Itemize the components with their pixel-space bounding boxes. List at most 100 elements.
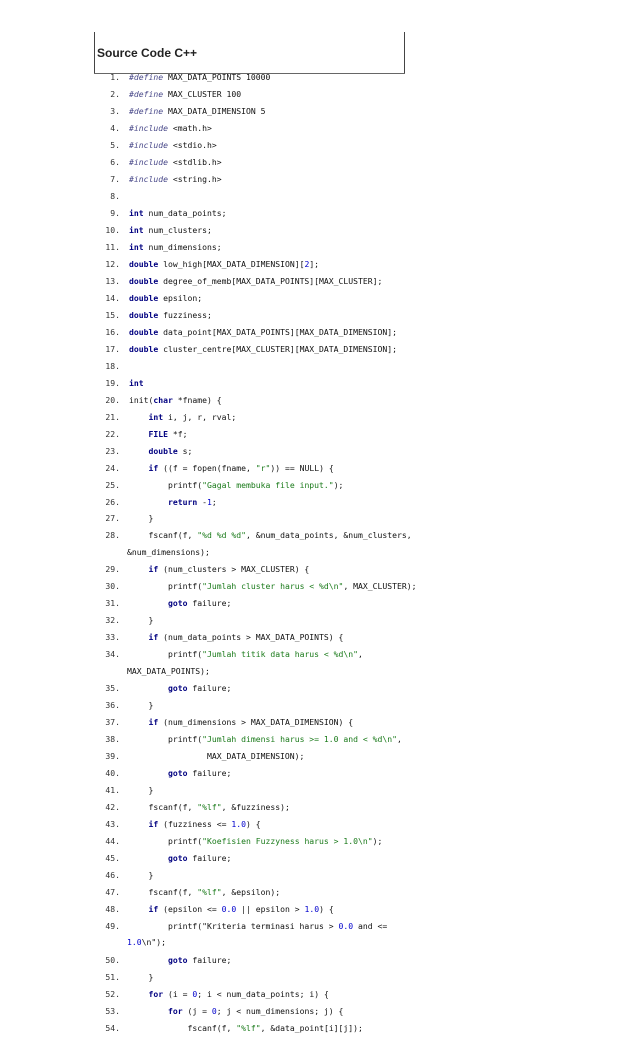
line-number: 48 — [104, 901, 120, 917]
code-text: #define MAX_DATA_POINTS 10000 — [129, 72, 271, 82]
line-number: 29 — [104, 561, 120, 577]
line-number: 1 — [104, 69, 120, 85]
code-text: goto failure; — [167, 598, 232, 609]
code-text: goto failure; — [167, 954, 232, 965]
code-text: #include <stdlib.h> — [129, 156, 222, 167]
code-text: fscanf(f, "%lf", &data_point[i][j]); — [129, 1022, 363, 1033]
code-text: int i, j, r, rval; — [148, 411, 237, 422]
header-frame-right-border — [404, 32, 405, 74]
line-number: 22 — [104, 426, 120, 442]
code-text: double cluster_centre[MAX_CLUSTER][MAX_D… — [129, 343, 398, 354]
code-text: int num_data_points; — [129, 207, 227, 218]
code-text: double data_point[MAX_DATA_POINTS][MAX_D… — [129, 326, 398, 337]
code-text: } — [129, 615, 154, 626]
line-number: 34 — [104, 646, 120, 662]
code-text: goto failure; — [167, 768, 232, 779]
code-text: double low_high[MAX_DATA_DIMENSION][2]; — [129, 258, 320, 269]
line-number: 43 — [104, 816, 120, 832]
code-text: printf("Kriteria terminasi harus > 0.0 a… — [129, 920, 388, 931]
code-text: for (i = 0; i < num_data_points; i) { — [148, 988, 329, 999]
line-number: 18 — [104, 358, 120, 374]
line-number: 41 — [104, 782, 120, 798]
code-text: printf("Jumlah cluster harus < %d\n", MA… — [129, 581, 417, 592]
code-text: double fuzziness; — [129, 309, 212, 320]
line-number: 50 — [104, 952, 120, 968]
line-number: 27 — [104, 510, 120, 526]
line-number: 39 — [104, 748, 120, 764]
line-number: 42 — [104, 799, 120, 815]
line-number: 16 — [104, 324, 120, 340]
code-text: #include <string.h> — [129, 173, 222, 184]
code-text: } — [129, 971, 154, 982]
document-title: Source Code C++ — [97, 46, 198, 60]
line-number: 12 — [104, 256, 120, 272]
line-number: 6 — [104, 154, 120, 170]
line-number: 33 — [104, 629, 120, 645]
code-text: printf("Jumlah dimensi harus >= 1.0 and … — [129, 734, 402, 745]
code-text: double s; — [148, 445, 193, 456]
line-number: 40 — [104, 765, 120, 781]
code-text: if ((f = fopen(fname, "r")) == NULL) { — [148, 462, 334, 473]
code-continuation: 1.0\n"); — [127, 937, 166, 948]
code-text: fscanf(f, "%lf", &fuzziness); — [129, 801, 290, 812]
line-number: 51 — [104, 969, 120, 985]
line-number: 47 — [104, 884, 120, 900]
line-number: 31 — [104, 595, 120, 611]
code-text: } — [129, 513, 154, 524]
line-number: 44 — [104, 833, 120, 849]
line-number: 52 — [104, 986, 120, 1002]
code-text: int num_dimensions; — [129, 241, 222, 252]
code-text: } — [129, 785, 154, 795]
line-number: 37 — [104, 714, 120, 730]
code-line: 54 fscanf(f, "%lf", &data_point[i][j]); — [0, 1020, 638, 1052]
line-number: 17 — [104, 341, 120, 357]
code-text: fscanf(f, "%d %d %d", &num_data_points, … — [129, 530, 412, 541]
code-text: double epsilon; — [129, 292, 203, 303]
code-text: goto failure; — [167, 683, 232, 694]
line-number: 9 — [104, 205, 120, 221]
code-text: #define MAX_DATA_DIMENSION 5 — [129, 105, 266, 116]
code-text: #define MAX_CLUSTER 100 — [129, 88, 242, 99]
line-number: 46 — [104, 867, 120, 883]
code-text: if (epsilon <= 0.0 || epsilon > 1.0) { — [148, 903, 334, 914]
line-number: 4 — [104, 120, 120, 136]
code-text: } — [129, 869, 154, 880]
code-text: goto failure; — [167, 852, 232, 863]
line-number: 28 — [104, 527, 120, 543]
line-number: 2 — [104, 86, 120, 102]
code-line: 28 fscanf(f, "%d %d %d", &num_data_point… — [0, 527, 638, 559]
code-text: printf("Gagal membuka file input."); — [129, 479, 344, 490]
line-number: 7 — [104, 171, 120, 187]
line-number: 49 — [104, 918, 120, 934]
code-text: int num_clusters; — [129, 224, 212, 235]
line-number: 54 — [104, 1020, 120, 1036]
code-text: if (num_clusters > MAX_CLUSTER) { — [148, 564, 310, 575]
code-text: fscanf(f, "%lf", &epsilon); — [129, 886, 281, 897]
line-number: 15 — [104, 307, 120, 323]
code-text: if (fuzziness <= 1.0) { — [148, 818, 261, 829]
code-text: printf("Jumlah titik data harus < %d\n", — [129, 649, 363, 660]
line-number: 32 — [104, 612, 120, 628]
code-line: 49 printf("Kriteria terminasi harus > 0.… — [0, 918, 638, 950]
line-number: 20 — [104, 392, 120, 408]
line-number: 21 — [104, 409, 120, 425]
code-text: return -1; — [167, 496, 217, 507]
line-number: 24 — [104, 460, 120, 476]
line-number: 13 — [104, 273, 120, 289]
line-number: 26 — [104, 494, 120, 510]
line-number: 5 — [104, 137, 120, 153]
line-number: 36 — [104, 697, 120, 713]
code-line: 34 printf("Jumlah titik data harus < %d\… — [0, 646, 638, 678]
code-text: int — [129, 377, 144, 388]
code-text: FILE *f; — [148, 428, 188, 439]
line-number: 23 — [104, 443, 120, 459]
code-text: if (num_data_points > MAX_DATA_POINTS) { — [148, 632, 344, 643]
code-text: #include <math.h> — [129, 122, 212, 133]
code-text: if (num_dimensions > MAX_DATA_DIMENSION)… — [148, 717, 354, 728]
line-number: 35 — [104, 680, 120, 696]
line-number: 45 — [104, 850, 120, 866]
line-number: 19 — [104, 375, 120, 391]
line-number: 38 — [104, 731, 120, 747]
line-number: 8 — [104, 188, 120, 204]
code-text: #include <stdio.h> — [129, 139, 217, 150]
